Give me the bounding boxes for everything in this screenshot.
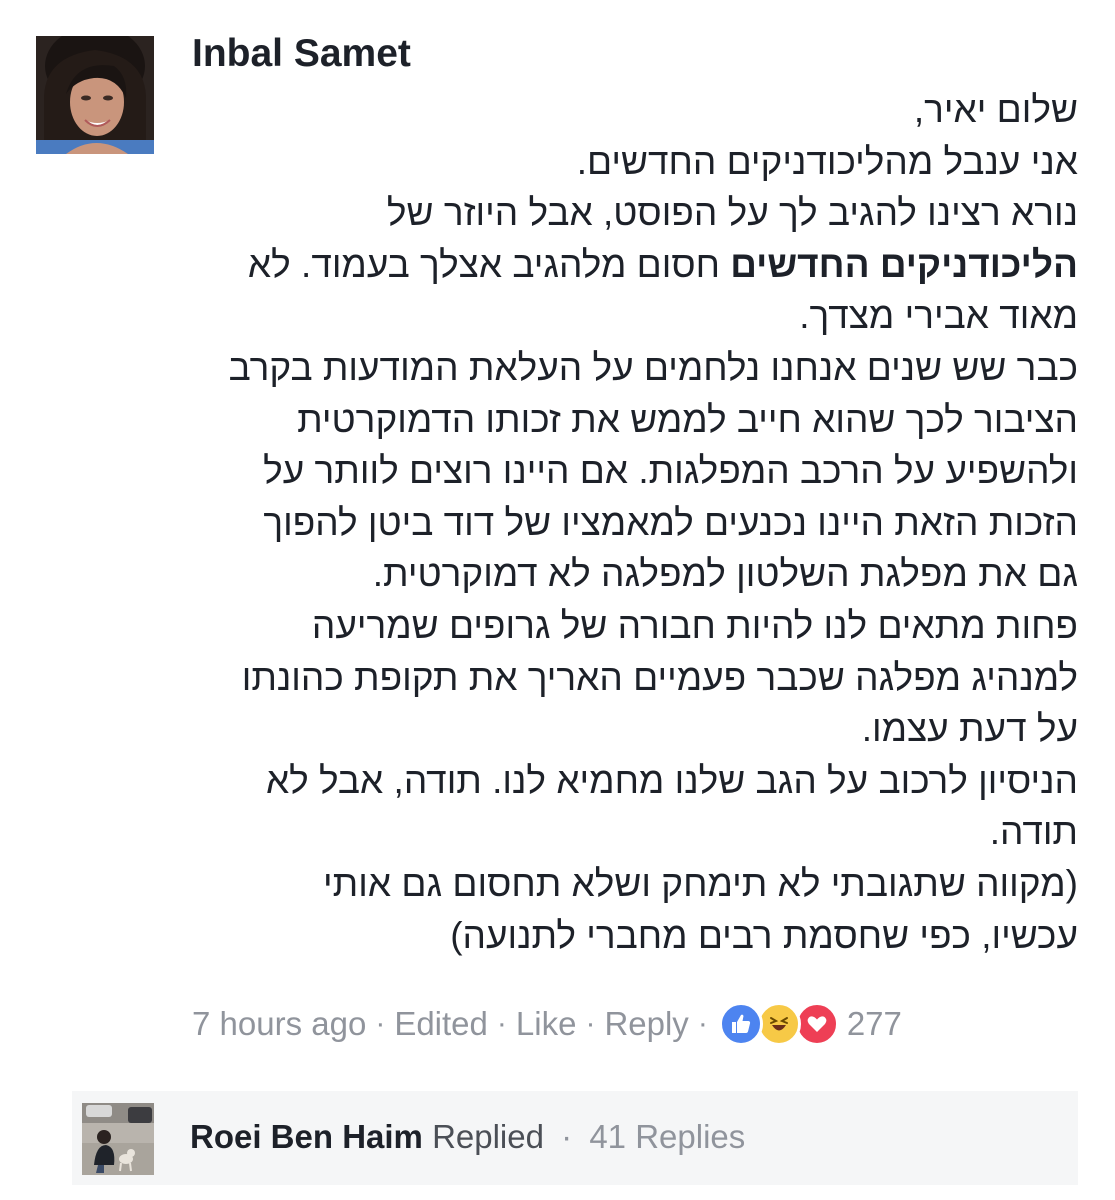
replies-preview[interactable]: Roei Ben Haim Replied · 41 Replies — [72, 1091, 1078, 1185]
comment-line: (מקווה שתגובתי לא תימחק ושלא תחסום גם או… — [323, 862, 1078, 904]
replies-count[interactable]: 41 Replies — [589, 1118, 745, 1155]
comment-line: עכשיו, כפי שחסמת רבים מחברי לתנועה) — [450, 914, 1078, 956]
comment-line: אני ענבל מהליכודניקים החדשים. — [576, 140, 1078, 182]
reactions-summary[interactable]: 277 — [718, 1002, 902, 1046]
comment-line: הליכודניקים החדשים חסום מלהגיב אצלך בעמו… — [247, 243, 1078, 285]
love-icon — [794, 1002, 839, 1046]
comment-line: הניסיון לרכוב על הגב שלנו מחמיא לנו. תוד… — [265, 759, 1078, 801]
reaction-count: 277 — [846, 1005, 902, 1042]
replier-avatar[interactable] — [82, 1103, 154, 1175]
comment-line: פחות מתאים לנו להיות חבורה של גרופים שמר… — [311, 604, 1078, 646]
replied-label: Replied — [432, 1118, 544, 1155]
comment-line: הזכות הזאת היינו נכנעים למאמציו של דוד ב… — [263, 501, 1078, 543]
comment-line: ולהשפיע על הרכב המפלגות. אם היינו רוצים … — [263, 450, 1078, 492]
replier-name[interactable]: Roei Ben Haim — [190, 1118, 423, 1155]
comment-line: שלום יאיר, — [913, 89, 1078, 130]
comment-line: מאוד אבירי מצדך. — [799, 295, 1078, 337]
separator-dot: · — [697, 1007, 708, 1040]
comment-line: גם את מפלגת השלטון למפלגה לא דמוקרטית. — [372, 553, 1078, 595]
comment-line: תודה. — [989, 811, 1078, 853]
haha-icon — [756, 1002, 801, 1046]
author-avatar[interactable] — [36, 36, 154, 154]
comment-line: על דעת עצמו. — [861, 708, 1078, 750]
comment-text: שלום יאיר, אני ענבל מהליכודניקים החדשים.… — [190, 84, 1078, 961]
replies-summary[interactable]: Roei Ben Haim Replied · 41 Replies — [190, 1115, 745, 1159]
comment-line: נורא רצינו להגיב לך על הפוסט, אבל היוזר … — [386, 192, 1078, 234]
reply-link[interactable]: Reply — [604, 1005, 688, 1043]
mentioned-page-name[interactable]: הליכודניקים החדשים — [730, 244, 1078, 285]
comment-line: כבר שש שנים אנחנו נלחמים על העלאת המודעו… — [228, 346, 1078, 388]
edited-link[interactable]: Edited — [394, 1005, 488, 1043]
comment-line: הציבור לכך שהוא חייב לממש את זכותו הדמוק… — [297, 398, 1078, 440]
author-name[interactable]: Inbal Samet — [192, 30, 411, 78]
comment-line: למנהיג מפלגה שכבר פעמיים האריך את תקופת … — [241, 656, 1078, 698]
like-link[interactable]: Like — [516, 1005, 577, 1043]
separator-dot: · — [496, 1007, 507, 1040]
separator-dot: · — [375, 1007, 386, 1040]
separator-dot: · — [585, 1007, 596, 1040]
comment-meta: 7 hours ago · Edited · Like · Reply · 27… — [192, 1000, 902, 1048]
like-icon — [718, 1002, 763, 1046]
timestamp-link[interactable]: 7 hours ago — [192, 1005, 366, 1043]
separator-dot: · — [561, 1118, 573, 1155]
